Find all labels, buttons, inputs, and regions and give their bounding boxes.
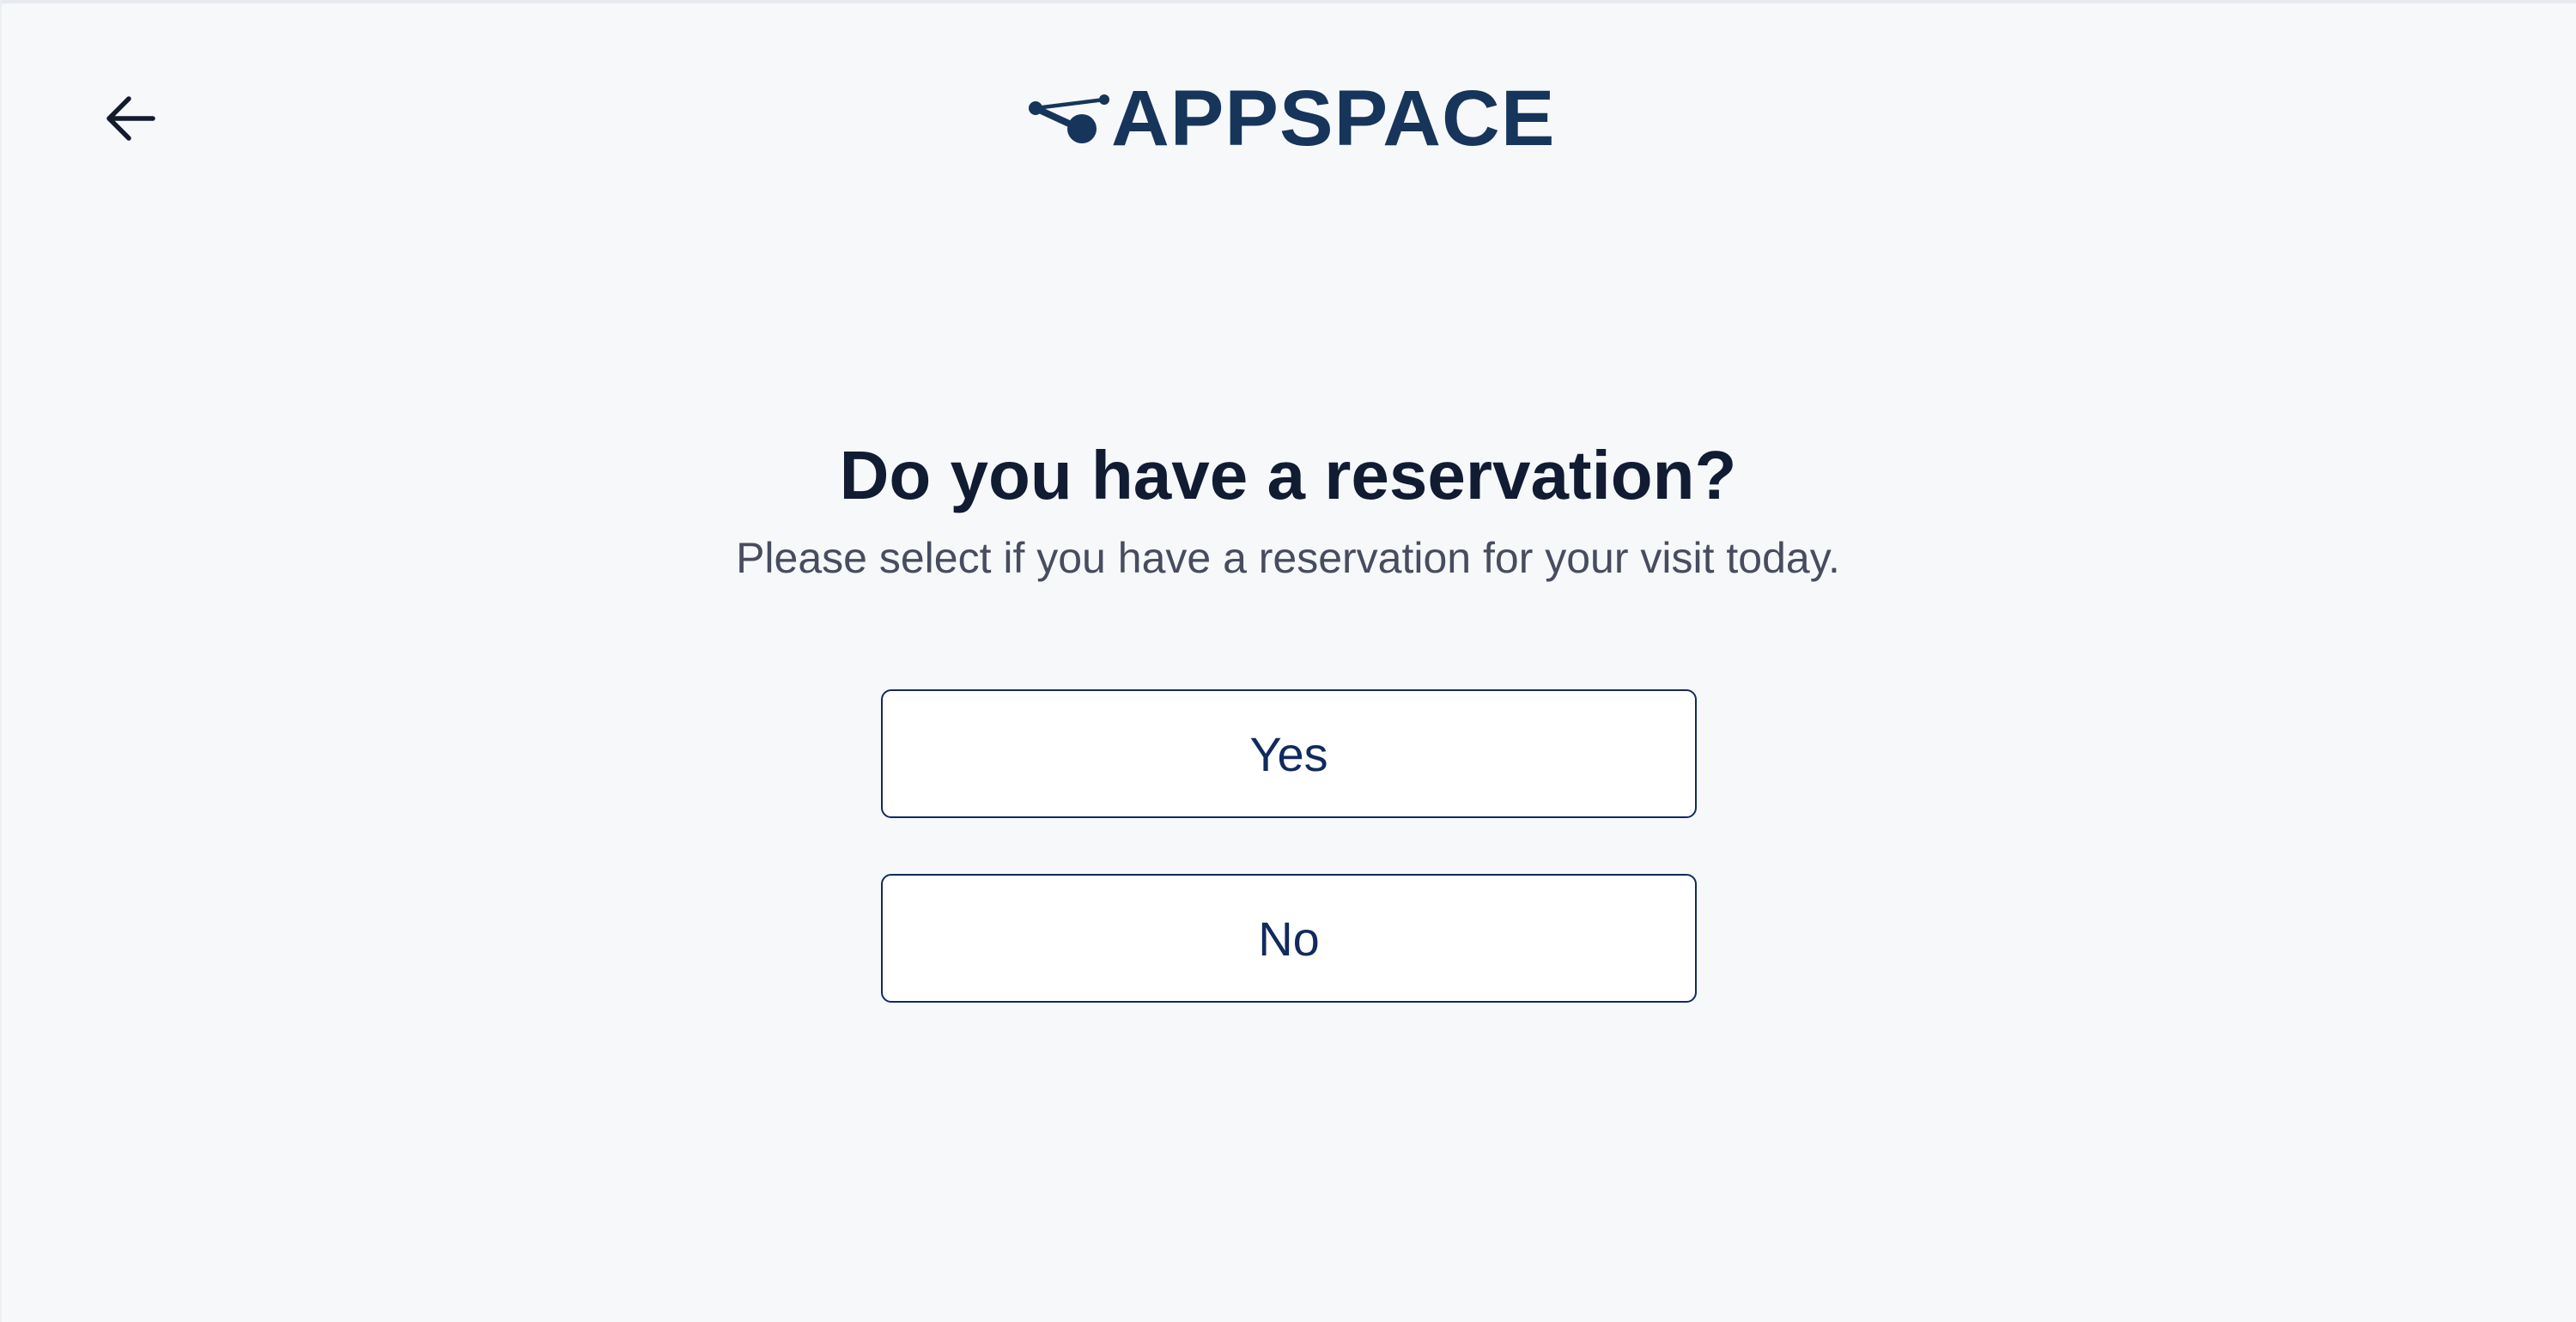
no-button-label: No (1258, 911, 1320, 966)
logo-wordmark: APPSPACE (1111, 75, 1556, 162)
back-button[interactable] (94, 82, 167, 155)
no-button[interactable]: No (881, 874, 1697, 1003)
page-subtitle: Please select if you have a reservation … (736, 534, 1840, 582)
arrow-left-icon (103, 91, 158, 146)
yes-button-label: Yes (1249, 726, 1328, 781)
top-divider (0, 0, 2576, 3)
page-title: Do you have a reservation? (839, 437, 1737, 513)
yes-button[interactable]: Yes (881, 689, 1697, 818)
logo-mark-icon (1027, 89, 1109, 148)
left-divider (0, 0, 2, 1322)
appspace-logo: APPSPACE (1027, 79, 1554, 158)
